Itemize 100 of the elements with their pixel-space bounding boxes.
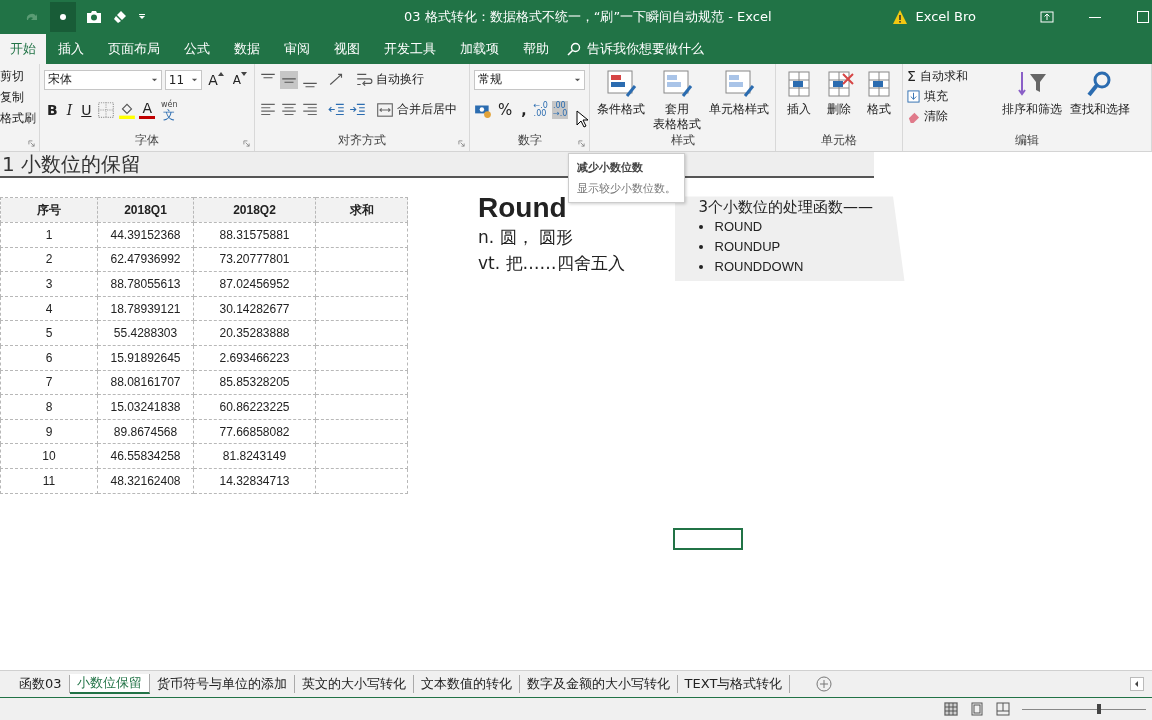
clipboard-command[interactable]: 剪切 [0, 67, 35, 85]
ribbon-tab[interactable]: 审阅 [272, 33, 322, 64]
maximize-icon[interactable] [1136, 9, 1150, 24]
clipboard-command[interactable]: 复制 [0, 88, 35, 106]
cell-command-button[interactable]: 删除 [820, 67, 858, 117]
table-cell: 87.02456952 [193, 271, 316, 297]
shrink-font-button[interactable]: A [229, 70, 250, 89]
percent-button[interactable]: % [495, 100, 516, 119]
ribbon-tab[interactable]: 帮助 [511, 33, 561, 64]
phonetic-button[interactable]: wén 文 [158, 99, 181, 120]
ribbon-tab[interactable]: 数据 [222, 33, 272, 64]
autosum-button[interactable]: Σ 自动求和 [907, 67, 993, 85]
grow-font-button[interactable]: A [205, 70, 227, 89]
camera-icon[interactable] [86, 8, 102, 25]
font-name-dropdown[interactable]: 宋体 [44, 69, 162, 90]
bullet-icon [698, 245, 703, 250]
cell-command-button[interactable]: 插入 [780, 67, 818, 117]
style-command-button[interactable]: 套用 表格格式 [650, 67, 704, 132]
merge-center-button[interactable]: 合并后居中 [397, 101, 457, 119]
table-cell: 2.693466223 [193, 345, 316, 371]
caret-down-icon [241, 70, 247, 77]
increase-decimal-button[interactable]: ←.0 .00 [532, 100, 549, 119]
selected-cell[interactable] [673, 528, 743, 551]
group-label: 编辑 [1015, 132, 1039, 150]
style-command-button[interactable]: 单元格样式 [706, 67, 772, 132]
clipboard-command[interactable]: 格式刷 [0, 109, 35, 127]
caret-icon [150, 76, 158, 84]
group-label: 字体 [135, 132, 159, 150]
clear-button[interactable]: 清除 [907, 107, 993, 125]
comma-button[interactable]: , [518, 100, 530, 119]
scroll-left-icon[interactable] [1130, 677, 1144, 692]
table-cell: 77.66858082 [193, 419, 316, 444]
brush-icon[interactable] [112, 8, 128, 25]
customize-caret-icon[interactable] [138, 12, 146, 21]
table-cell: 48.32162408 [97, 468, 194, 493]
user-name[interactable]: Excel Bro [915, 9, 976, 25]
bold-button[interactable]: B [44, 100, 61, 119]
tell-me-field[interactable]: 告诉我你想要做什么 [585, 40, 749, 58]
normal-view-icon[interactable] [944, 702, 958, 717]
table-cell: 73.20777801 [193, 247, 316, 272]
ribbon-tab[interactable]: 视图 [322, 33, 372, 64]
edit-command-button[interactable]: 排序和筛选 [999, 67, 1065, 134]
table-cell: 46.55834258 [97, 443, 194, 469]
fill-button[interactable]: 填充 [907, 87, 993, 105]
mouse-cursor-icon [576, 109, 588, 128]
group-label: 对齐方式 [338, 132, 386, 150]
sheet-tab[interactable]: 函数03 [12, 675, 70, 694]
dialog-launcher-icon[interactable] [243, 140, 250, 148]
table-cell: 44.39152368 [97, 222, 194, 248]
sheet-tab[interactable]: 数字及金额的大小写转化 [519, 675, 678, 694]
table-cell: 6 [0, 345, 98, 371]
sheet-tab[interactable]: TEXT与格式转化 [677, 675, 791, 694]
font-size-dropdown[interactable]: 11 [164, 69, 203, 90]
ribbon-tab[interactable]: 加载项 [448, 33, 511, 64]
dialog-launcher-icon[interactable] [28, 140, 35, 148]
function-name: ROUNDUP [714, 238, 781, 257]
table-cell: 18.78939121 [97, 296, 194, 321]
ribbon-display-icon[interactable] [1040, 9, 1054, 24]
table-cell: 85.85328205 [193, 370, 316, 395]
font-color-button[interactable]: A [139, 100, 156, 119]
number-format-dropdown[interactable]: 常规 [474, 69, 585, 90]
dialog-launcher-icon[interactable] [458, 140, 465, 148]
ribbon-tab[interactable]: 开发工具 [372, 33, 448, 64]
cell-command-button[interactable]: 格式 [860, 67, 898, 117]
table-cell: 10 [0, 443, 98, 469]
warning-icon [891, 8, 908, 25]
column-header: 2018Q1 [97, 197, 194, 223]
fill-down-icon [907, 89, 920, 103]
table-cell: 4 [0, 296, 98, 321]
panel-intro: 3个小数位的处理函数—— [698, 198, 875, 218]
ribbon-tab[interactable]: 公式 [172, 33, 222, 64]
table-cell: 3 [0, 271, 98, 297]
style-command-button[interactable]: 条件格式 [594, 67, 648, 132]
ribbon-tab[interactable]: 插入 [46, 33, 96, 64]
table-cell: 88.31575881 [193, 222, 316, 248]
sheet-tab[interactable]: 小数位保留 [69, 674, 150, 695]
slide-word: Round [478, 192, 568, 225]
page-break-icon[interactable] [996, 702, 1010, 717]
ribbon-tab[interactable]: 页面布局 [96, 33, 172, 64]
page-layout-icon[interactable] [970, 702, 984, 717]
sheet-tab[interactable]: 英文的大小写转化 [294, 675, 414, 694]
tooltip-title: 减少小数位数 [577, 160, 644, 176]
middle-align-icon[interactable] [280, 70, 298, 89]
sheet-tab[interactable]: 文本数值的转化 [413, 675, 520, 694]
add-sheet-icon[interactable] [816, 676, 833, 693]
column-header: 求和 [315, 197, 408, 223]
record-button[interactable] [50, 1, 76, 32]
table-cell: 88.78055613 [97, 271, 194, 297]
underline-button[interactable]: U [78, 100, 95, 119]
edit-command-button[interactable]: 查找和选择 [1067, 67, 1133, 134]
ribbon-tab[interactable]: 开始 [0, 33, 46, 64]
wrap-text-button[interactable]: 自动换行 [376, 71, 424, 89]
italic-button[interactable]: I [63, 100, 76, 119]
sheet-tab[interactable]: 货币符号与单位的添加 [149, 675, 295, 694]
definition-line: n. 圆， 圆形 [478, 226, 574, 250]
bullet-icon [698, 265, 703, 270]
table-cell: 15.03241838 [97, 394, 194, 420]
window-title: 03 格式转化：数据格式不统一，“刷”一下瞬间自动规范 - Excel [404, 7, 773, 26]
dialog-launcher-icon[interactable] [578, 140, 585, 148]
table-cell: 20.35283888 [193, 320, 316, 346]
